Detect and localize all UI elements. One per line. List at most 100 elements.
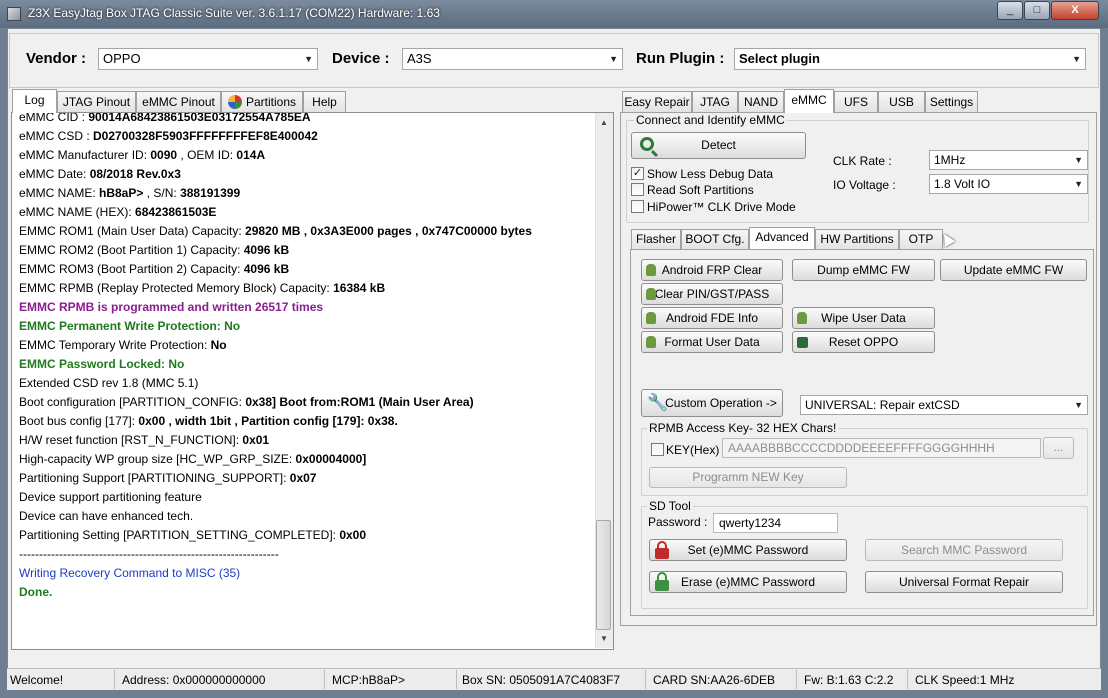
- log-line: Done.: [19, 583, 52, 602]
- detect-label: Detect: [701, 138, 736, 152]
- log-line-part: EMMC Permanent Write Protection: No: [19, 319, 241, 333]
- log-line: eMMC Manufacturer ID: 0090 , OEM ID: 014…: [19, 146, 265, 165]
- close-button[interactable]: X: [1051, 1, 1099, 20]
- tab-partitions[interactable]: Partitions: [221, 91, 303, 112]
- erase-mmc-password-button[interactable]: Erase (e)MMC Password: [649, 571, 847, 593]
- log-line: eMMC Date: 08/2018 Rev.0x3: [19, 165, 181, 184]
- hipower-checkbox[interactable]: [631, 200, 644, 213]
- tab-boot-cfg[interactable]: BOOT Cfg.: [681, 229, 749, 249]
- log-line: eMMC CSD : D02700328F5903FFFFFFFFEF8E400…: [19, 127, 318, 146]
- search-mmc-password-button[interactable]: Search MMC Password: [865, 539, 1063, 561]
- oppo-logo-icon: [797, 337, 808, 348]
- detect-button[interactable]: Detect: [631, 132, 806, 159]
- log-line: Extended CSD rev 1.8 (MMC 5.1): [19, 374, 198, 393]
- tab-easy-repair[interactable]: Easy Repair: [622, 91, 692, 112]
- log-line: EMMC ROM3 (Boot Partition 2) Capacity: 4…: [19, 260, 289, 279]
- show-less-debug-checkbox[interactable]: ✓: [631, 167, 644, 180]
- plugin-combo[interactable]: Select plugin ▼: [734, 48, 1086, 70]
- log-line-part: eMMC NAME (HEX):: [19, 205, 136, 219]
- pie-chart-icon: [228, 95, 242, 109]
- wipe-user-data-button[interactable]: Wipe User Data: [792, 307, 935, 329]
- tab-log[interactable]: Log: [12, 89, 57, 113]
- password-input[interactable]: qwerty1234: [713, 513, 838, 533]
- status-clk: CLK Speed:1 MHz: [915, 673, 1015, 687]
- scroll-up-icon[interactable]: ▲: [600, 118, 608, 127]
- android-icon: [646, 264, 656, 276]
- android-fde-info-button[interactable]: Android FDE Info: [641, 307, 783, 329]
- tab-hw-partitions[interactable]: HW Partitions: [815, 229, 899, 249]
- log-line: Boot configuration [PARTITION_CONFIG: 0x…: [19, 393, 474, 412]
- window-title: Z3X EasyJtag Box JTAG Classic Suite ver.…: [28, 6, 440, 20]
- app-icon: [7, 7, 21, 21]
- log-line: EMMC ROM2 (Boot Partition 1) Capacity: 4…: [19, 241, 289, 260]
- tab-nand[interactable]: NAND: [738, 91, 784, 112]
- tab-advanced[interactable]: Advanced: [749, 227, 815, 249]
- tab-flasher[interactable]: Flasher: [631, 229, 681, 249]
- status-divider: [456, 670, 457, 689]
- log-line-part: 08/2018 Rev.0x3: [89, 167, 181, 181]
- custom-operation-button[interactable]: 🔧 Custom Operation ->: [641, 389, 783, 417]
- android-fde-label: Android FDE Info: [665, 311, 759, 325]
- format-user-data-button[interactable]: Format User Data: [641, 331, 783, 353]
- scroll-down-icon[interactable]: ▼: [600, 634, 608, 643]
- android-icon: [797, 312, 807, 324]
- log-line-part: eMMC CID :: [19, 113, 89, 124]
- set-mmc-password-button[interactable]: Set (e)MMC Password: [649, 539, 847, 561]
- tab-usb[interactable]: USB: [878, 91, 925, 112]
- log-line-part: eMMC CSD :: [19, 129, 94, 143]
- chevron-down-icon: ▼: [609, 54, 618, 64]
- universal-format-repair-button[interactable]: Universal Format Repair: [865, 571, 1063, 593]
- update-emmc-fw-button[interactable]: Update eMMC FW: [940, 259, 1087, 281]
- tab-settings[interactable]: Settings: [925, 91, 978, 112]
- io-voltage-combo[interactable]: 1.8 Volt IO ▼: [929, 174, 1088, 194]
- status-divider: [114, 670, 115, 689]
- clear-pin-button[interactable]: Clear PIN/GST/PASS: [641, 283, 783, 305]
- device-value: A3S: [407, 51, 432, 66]
- clear-pin-label: Clear PIN/GST/PASS: [654, 287, 770, 301]
- tab-emmc-pinout[interactable]: eMMC Pinout: [136, 91, 221, 112]
- status-address: Address: 0x000000000000: [122, 673, 266, 687]
- log-line: Device support partitioning feature: [19, 488, 202, 507]
- set-password-label: Set (e)MMC Password: [687, 543, 809, 557]
- vendor-combo[interactable]: OPPO ▼: [98, 48, 318, 70]
- custom-operation-label: Custom Operation ->: [665, 396, 777, 410]
- tab-help[interactable]: Help: [303, 91, 346, 112]
- vendor-value: OPPO: [103, 51, 141, 66]
- status-divider: [907, 670, 908, 689]
- read-soft-partitions-checkbox[interactable]: [631, 183, 644, 196]
- key-hex-input[interactable]: AAAABBBBCCCCDDDDEEEEFFFFGGGGHHHH: [722, 438, 1041, 458]
- log-line-part: 16384 kB: [333, 281, 386, 295]
- wrench-icon: 🔧: [647, 393, 669, 412]
- log-text: eMMC CID : 90014A68423861503E03172554A78…: [19, 113, 591, 647]
- android-frp-clear-button[interactable]: Android FRP Clear: [641, 259, 783, 281]
- plugin-value: Select plugin: [739, 51, 820, 66]
- log-line: EMMC Permanent Write Protection: No: [19, 317, 240, 336]
- dump-emmc-fw-button[interactable]: Dump eMMC FW: [792, 259, 935, 281]
- wipe-user-data-label: Wipe User Data: [821, 311, 906, 325]
- android-icon: [646, 312, 656, 324]
- tab-emmc[interactable]: eMMC: [784, 89, 834, 113]
- program-new-key-button[interactable]: Programm NEW Key: [649, 467, 847, 488]
- log-line-part: EMMC RPMB (Replay Protected Memory Block…: [19, 281, 334, 295]
- log-line-part: 4096 kB: [243, 262, 290, 276]
- device-combo[interactable]: A3S ▼: [402, 48, 623, 70]
- log-scroll-thumb[interactable]: [596, 520, 611, 630]
- reset-oppo-button[interactable]: Reset OPPO: [792, 331, 935, 353]
- browse-key-button[interactable]: ...: [1043, 437, 1074, 459]
- minimize-button[interactable]: _: [997, 1, 1023, 20]
- maximize-button[interactable]: □: [1024, 1, 1050, 20]
- tab-jtag[interactable]: JTAG: [692, 91, 738, 112]
- tab-jtag-pinout[interactable]: JTAG Pinout: [57, 91, 136, 112]
- key-hex-checkbox[interactable]: [651, 443, 664, 456]
- log-line-part: Partitioning Setting [PARTITION_SETTING_…: [19, 528, 340, 542]
- custom-operation-value: UNIVERSAL: Repair extCSD: [805, 398, 960, 412]
- log-line-part: Device support partitioning feature: [19, 490, 202, 504]
- tab-otp[interactable]: OTP: [899, 229, 943, 249]
- clk-rate-combo[interactable]: 1MHz ▼: [929, 150, 1088, 170]
- log-line-part: 0x01: [242, 433, 270, 447]
- tab-ufs[interactable]: UFS: [834, 91, 878, 112]
- custom-operation-combo[interactable]: UNIVERSAL: Repair extCSD ▼: [800, 395, 1088, 415]
- io-voltage-value: 1.8 Volt IO: [934, 177, 991, 191]
- log-line-part: EMMC RPMB is programmed and written 2651…: [19, 300, 324, 314]
- log-line-part: 90014A68423861503E03172554A785EA: [88, 113, 311, 124]
